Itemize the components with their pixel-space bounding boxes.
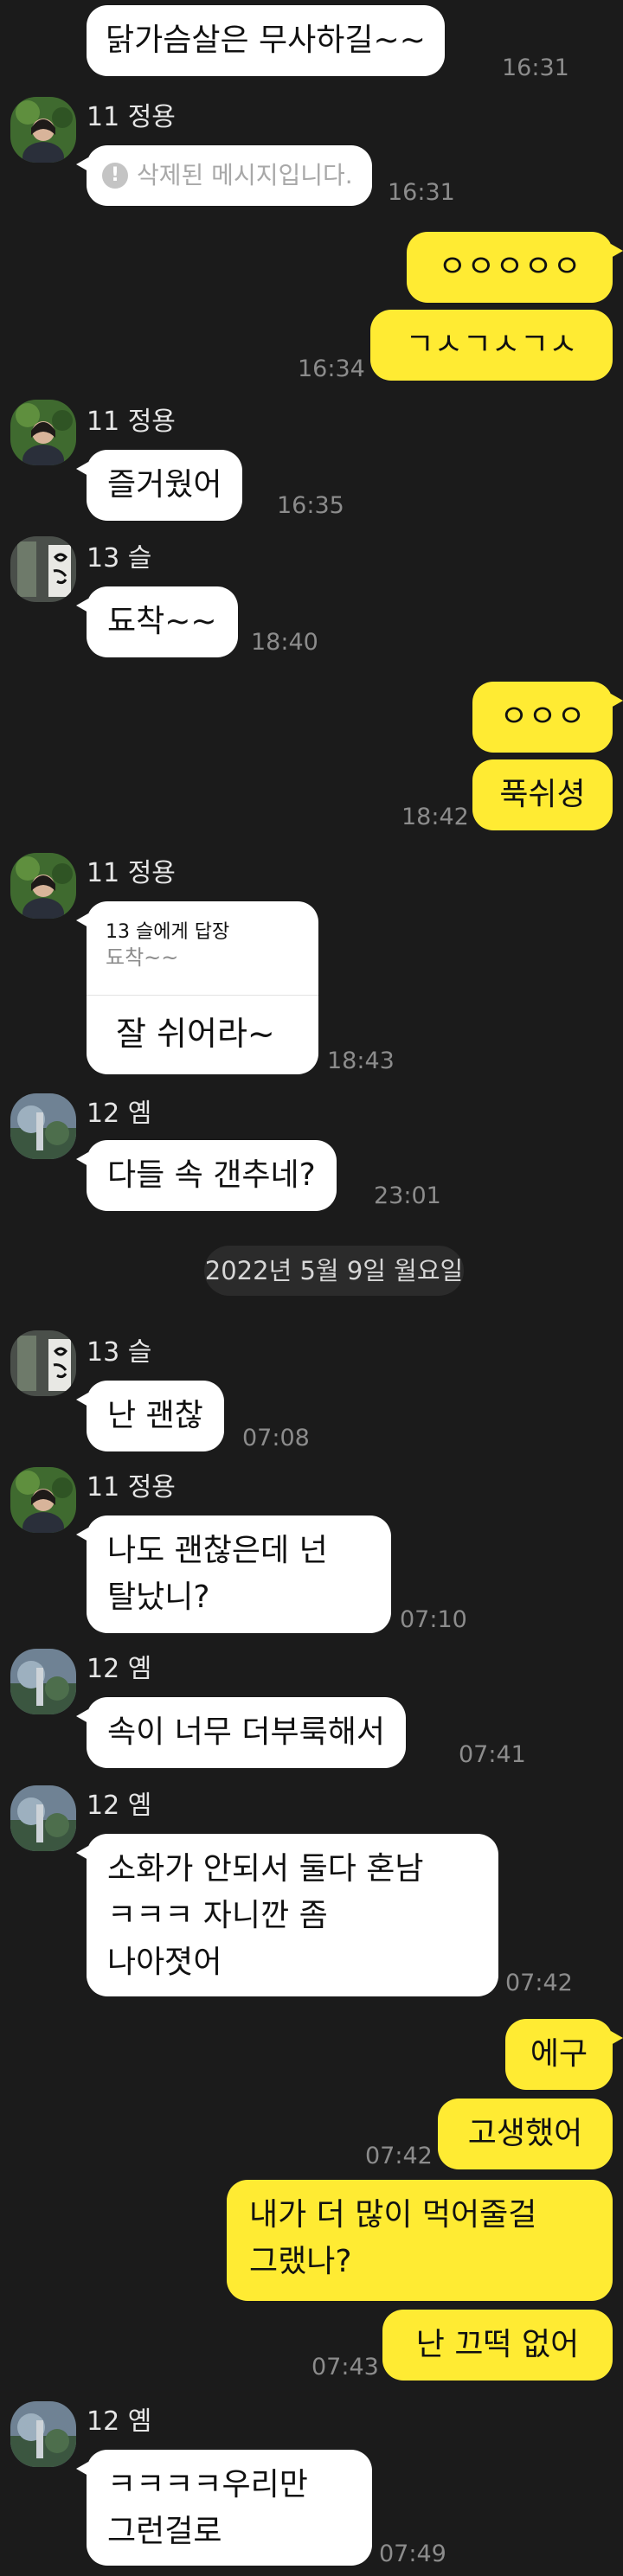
message-time: 07:42 (505, 1970, 573, 1996)
profile-photo-icon (10, 1330, 76, 1396)
message-text-line: 그런걸로 (107, 2514, 222, 2549)
message-time: 16:31 (502, 54, 569, 81)
sender-name: 13 슬 (87, 1337, 152, 1368)
message-text: 에구 (530, 2036, 588, 2072)
sender-name: 11 정용 (87, 1472, 176, 1503)
reply-message-bubble[interactable]: 13 슬에게 답장 됴착~~ 잘 쉬어라~ (76, 901, 318, 1074)
message-text: 잘 쉬어라~ (116, 1015, 275, 1053)
avatar[interactable] (10, 853, 76, 919)
message-text: ㄱㅅㄱㅅㄱㅅ (405, 327, 578, 362)
message-text-line: 나도 괜찮은데 넌 (107, 1533, 328, 1568)
message-bubble[interactable]: 닭가슴살은 무사하길~~ (87, 5, 445, 76)
message-bubble[interactable]: ㅋㅋㅋㅋ우리만 그런걸로 (76, 2450, 372, 2566)
deleted-message-bubble[interactable]: ! 삭제된 메시지입니다. (76, 145, 372, 206)
message-bubble[interactable]: 고생했어 (438, 2099, 613, 2169)
profile-photo-icon (10, 536, 76, 602)
message-time: 07:49 (379, 2541, 446, 2567)
message-bubble[interactable]: ㅇㅇㅇㅇㅇ (407, 232, 623, 303)
avatar[interactable] (10, 2401, 76, 2467)
message-time: 16:31 (388, 179, 455, 206)
message-bubble[interactable]: 됴착~~ (76, 586, 238, 657)
message-bubble[interactable]: 다들 속 갠추네? (76, 1140, 337, 1211)
message-text: 난 괜찮 (107, 1398, 203, 1433)
reply-divider (87, 995, 318, 996)
message-time: 07:42 (365, 2143, 433, 2169)
message-text: 푹쉬셩 (499, 777, 586, 812)
chat-room[interactable]: 닭가슴살은 무사하길~~ 16:31 11 정용 ! 삭제된 메시지입니다. 1… (0, 0, 623, 2576)
message-bubble[interactable]: 즐거웠어 (75, 450, 243, 521)
avatar[interactable] (10, 1093, 76, 1159)
avatar[interactable] (10, 97, 76, 163)
message-time: 16:35 (277, 492, 344, 519)
message-bubble[interactable]: ㅇㅇㅇ (472, 682, 623, 753)
message-text-line: 소화가 안되서 둘다 혼남 (107, 1851, 424, 1887)
avatar[interactable] (10, 1785, 76, 1851)
message-time: 18:40 (251, 629, 318, 656)
reply-target-label: 13 슬에게 답장 (106, 921, 230, 943)
message-text: 닭가슴살은 무사하길~~ (106, 22, 426, 58)
sender-name: 11 정용 (87, 407, 176, 437)
message-bubble[interactable]: 난 끄떡 없어 (382, 2310, 613, 2381)
sender-name: 12 옘 (87, 2406, 152, 2437)
sender-name: 13 슬 (87, 543, 152, 574)
message-bubble[interactable]: 에구 (505, 2019, 623, 2090)
warning-icon: ! (102, 163, 128, 189)
message-bubble[interactable]: 나도 괜찮은데 넌 탈났니? (76, 1515, 391, 1633)
avatar[interactable] (10, 1649, 76, 1714)
profile-photo-icon (10, 1467, 76, 1533)
profile-photo-icon (10, 400, 76, 465)
message-text: 고생했어 (467, 2116, 583, 2151)
message-bubble[interactable]: ㄱㅅㄱㅅㄱㅅ (370, 310, 613, 381)
sender-name: 12 옘 (87, 1099, 152, 1129)
message-bubble[interactable]: 속이 너무 더부룩해서 (76, 1697, 406, 1768)
sender-name: 11 정용 (87, 102, 176, 132)
avatar[interactable] (10, 400, 76, 465)
sender-name: 12 옘 (87, 1654, 152, 1684)
message-bubble[interactable]: 푹쉬셩 (472, 759, 613, 830)
message-text-line: 탈났니? (107, 1580, 210, 1615)
message-text-line: 나아졋어 (107, 1945, 222, 1980)
message-time: 07:10 (400, 1606, 467, 1633)
message-text: 즐거웠어 (107, 467, 222, 503)
profile-photo-icon (10, 1785, 76, 1851)
quoted-message-text[interactable]: 됴착~~ (106, 945, 299, 971)
message-text-line: 내가 더 많이 먹어줄걸 (249, 2197, 537, 2233)
message-text: 됴착~~ (107, 604, 217, 639)
message-time: 07:08 (242, 1425, 310, 1451)
message-text-line: 그랬나? (249, 2244, 352, 2279)
message-bubble[interactable]: 내가 더 많이 먹어줄걸 그랬나? (227, 2180, 613, 2301)
message-text: ㅇㅇㅇ (499, 699, 586, 734)
profile-photo-icon (10, 1093, 76, 1159)
avatar[interactable] (10, 1330, 76, 1396)
message-time: 07:41 (459, 1741, 526, 1768)
message-time: 23:01 (374, 1182, 441, 1209)
message-text: 난 끄떡 없어 (415, 2327, 580, 2362)
message-time: 16:34 (298, 356, 365, 382)
message-time: 18:43 (327, 1048, 395, 1074)
message-text: ㅇㅇㅇㅇㅇ (438, 249, 581, 285)
message-text: 속이 너무 더부룩해서 (107, 1714, 385, 1750)
avatar[interactable] (10, 1467, 76, 1533)
message-bubble[interactable]: 난 괜찮 (76, 1381, 224, 1451)
message-time: 07:43 (312, 2354, 379, 2381)
sender-name: 11 정용 (87, 858, 176, 888)
message-text-line: ㅋㅋㅋ 자니깐 좀 (107, 1898, 328, 1933)
avatar[interactable] (10, 536, 76, 602)
message-time: 18:42 (401, 804, 469, 830)
sender-name: 12 옘 (87, 1791, 152, 1821)
deleted-message-text: 삭제된 메시지입니다. (137, 161, 353, 189)
message-bubble[interactable]: 소화가 안되서 둘다 혼남 ㅋㅋㅋ 자니깐 좀 나아졋어 (76, 1834, 498, 1996)
message-text: 다들 속 갠추네? (107, 1157, 316, 1193)
profile-photo-icon (10, 1649, 76, 1714)
message-text-line: ㅋㅋㅋㅋ우리만 (107, 2467, 308, 2502)
profile-photo-icon (10, 2401, 76, 2467)
profile-photo-icon (10, 853, 76, 919)
profile-photo-icon (10, 97, 76, 163)
date-divider: 2022년 5월 9일 월요일 (204, 1246, 464, 1296)
